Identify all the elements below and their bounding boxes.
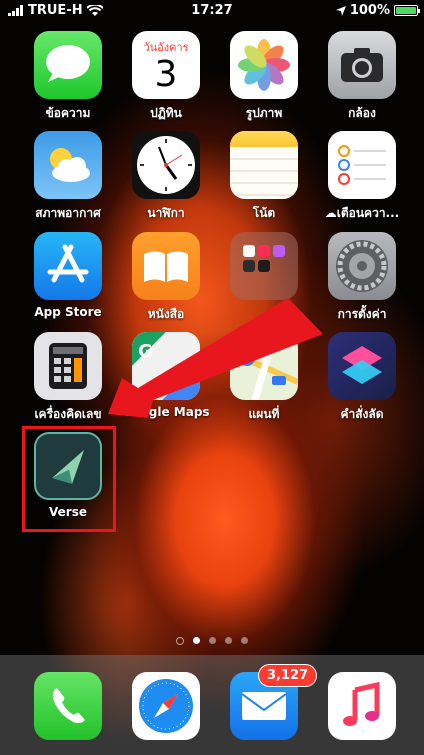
music-icon (328, 672, 396, 740)
page-dot (225, 637, 232, 644)
dock-safari[interactable] (116, 672, 216, 740)
dock-phone[interactable] (18, 672, 118, 740)
page-dot (241, 637, 248, 644)
home-screen: TRUE-H 17:27 100% ข้อความ วันอังคาร 3 ปฏ… (0, 0, 424, 755)
mail-badge: 3,127 (258, 664, 318, 687)
page-dot-active (193, 637, 200, 644)
page-dot (209, 637, 216, 644)
search-page-dot (176, 637, 184, 645)
dock-music[interactable] (312, 672, 412, 740)
page-indicator[interactable] (0, 637, 424, 645)
phone-icon (34, 672, 102, 740)
safari-icon (132, 672, 200, 740)
